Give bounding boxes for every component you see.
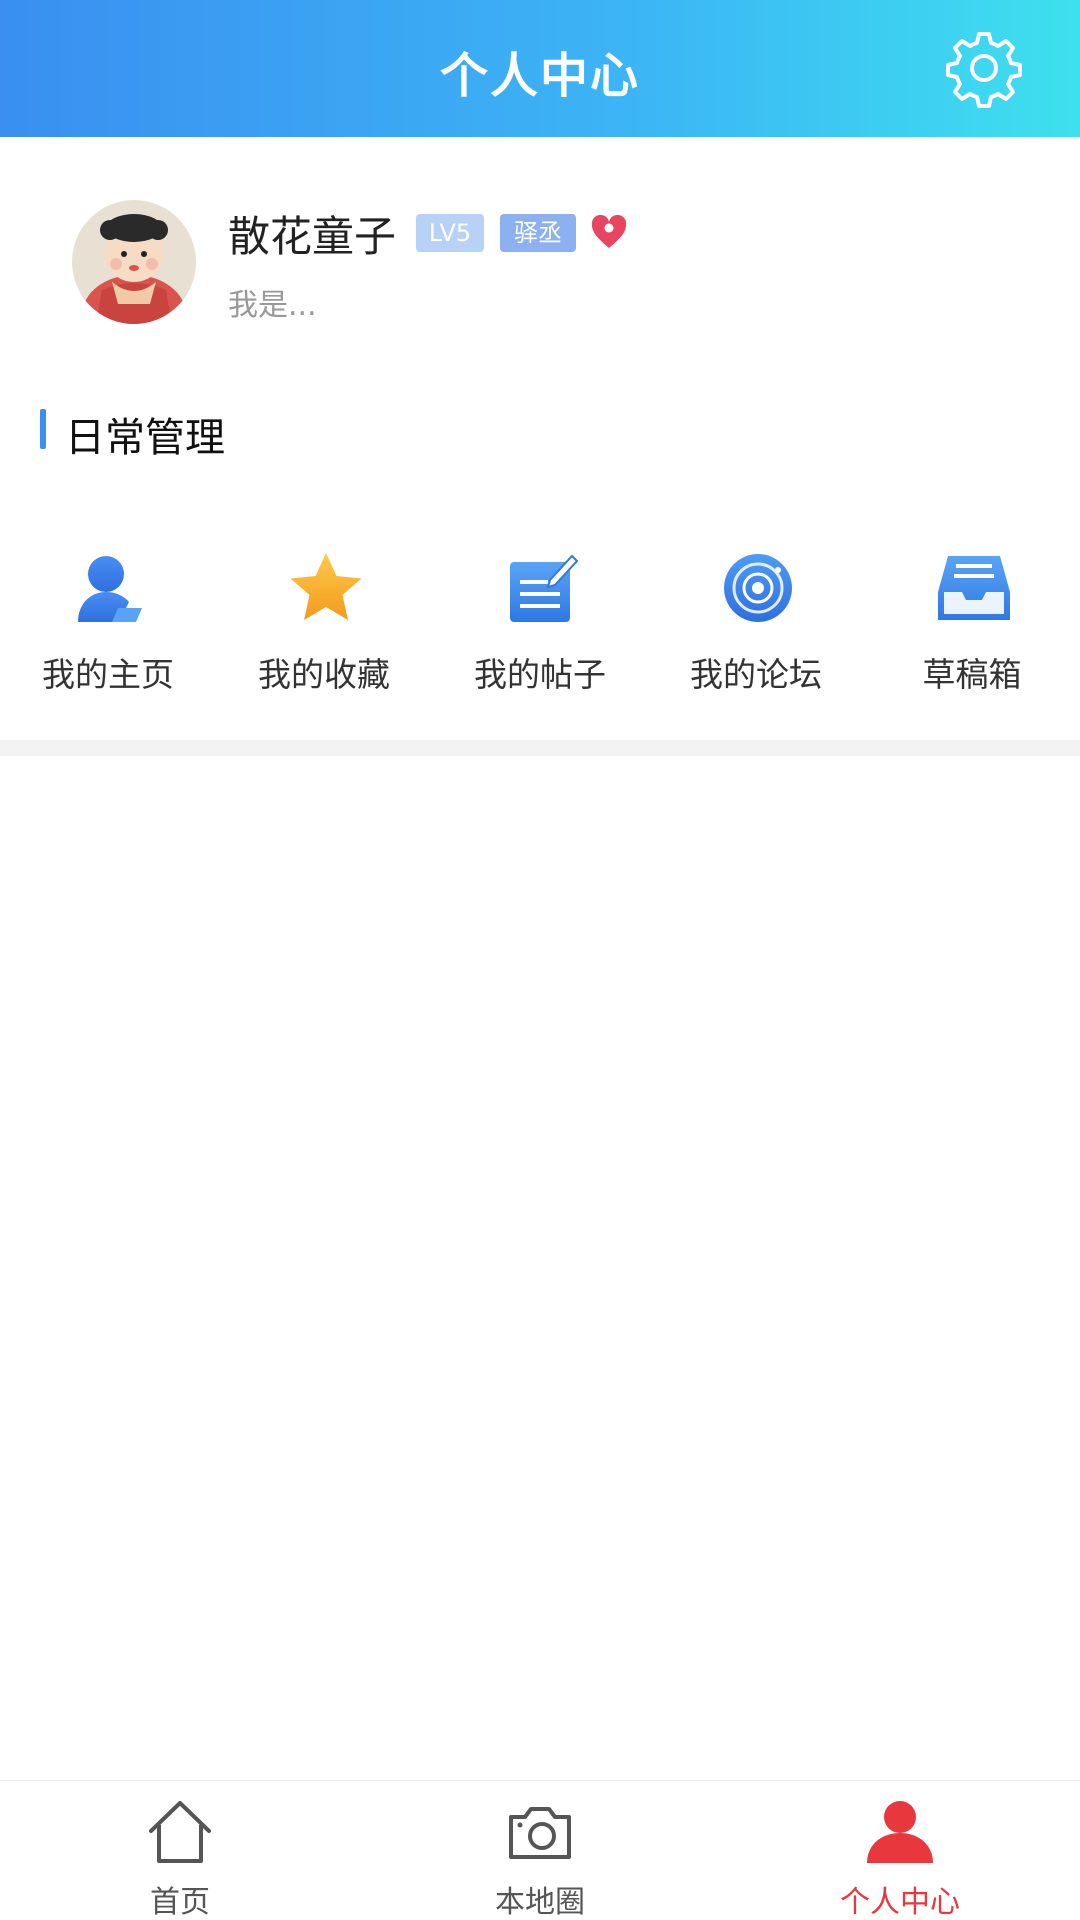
profile-page: 个人中心 散花童子 LV5 驿丞 我是... 日常管理 我的主页 我的收藏 我的… bbox=[0, 0, 1080, 1920]
tab-home[interactable]: 首页 bbox=[0, 1781, 360, 1920]
tab-label: 个人中心 bbox=[840, 1885, 960, 1920]
favorite-button[interactable] bbox=[590, 213, 628, 251]
heart-icon bbox=[591, 214, 627, 248]
camera-icon bbox=[509, 1807, 571, 1859]
section-divider bbox=[0, 740, 1080, 756]
page-title: 个人中心 bbox=[439, 48, 640, 104]
grid-item-my-favorites[interactable]: 我的收藏 bbox=[216, 540, 432, 710]
section-title: 日常管理 bbox=[65, 415, 225, 461]
avatar[interactable] bbox=[72, 200, 196, 324]
grid-label: 我的论坛 bbox=[690, 655, 822, 694]
note-edit-icon bbox=[510, 554, 579, 622]
bottom-tab-bar: 首页 本地圈 个人中心 bbox=[0, 1780, 1080, 1920]
user-signature: 我是... bbox=[228, 288, 317, 323]
grid-label: 我的收藏 bbox=[258, 655, 390, 694]
top-bar: 个人中心 bbox=[0, 0, 1080, 137]
tab-local-circle[interactable]: 本地圈 bbox=[360, 1781, 720, 1920]
tab-label: 首页 bbox=[150, 1885, 210, 1920]
home-icon bbox=[149, 1801, 211, 1863]
management-grid: 我的主页 我的收藏 我的帖子 我的论坛 草稿箱 bbox=[0, 540, 1080, 710]
section-accent-bar bbox=[40, 409, 46, 449]
grid-label: 我的帖子 bbox=[474, 655, 606, 694]
tab-personal-center[interactable]: 个人中心 bbox=[720, 1781, 1080, 1920]
grid-item-my-forum[interactable]: 我的论坛 bbox=[648, 540, 864, 710]
username: 散花童子 bbox=[228, 212, 397, 261]
star-icon bbox=[290, 553, 362, 620]
level-badge: LV5 bbox=[416, 214, 484, 252]
inbox-tray-icon bbox=[938, 556, 1010, 620]
settings-button[interactable] bbox=[940, 24, 1028, 112]
grid-item-my-homepage[interactable]: 我的主页 bbox=[0, 540, 216, 710]
tab-label: 本地圈 bbox=[495, 1885, 585, 1920]
avatar-image bbox=[72, 200, 196, 324]
forum-target-icon bbox=[724, 554, 792, 622]
gear-icon bbox=[946, 32, 1022, 108]
grid-item-my-posts[interactable]: 我的帖子 bbox=[432, 540, 648, 710]
grid-item-drafts[interactable]: 草稿箱 bbox=[864, 540, 1080, 710]
user-profile-icon bbox=[78, 556, 142, 622]
role-badge: 驿丞 bbox=[500, 214, 576, 252]
grid-label: 草稿箱 bbox=[922, 655, 1022, 694]
user-icon bbox=[867, 1801, 933, 1863]
profile-card[interactable]: 散花童子 LV5 驿丞 我是... bbox=[0, 137, 1080, 377]
grid-label: 我的主页 bbox=[42, 655, 174, 694]
